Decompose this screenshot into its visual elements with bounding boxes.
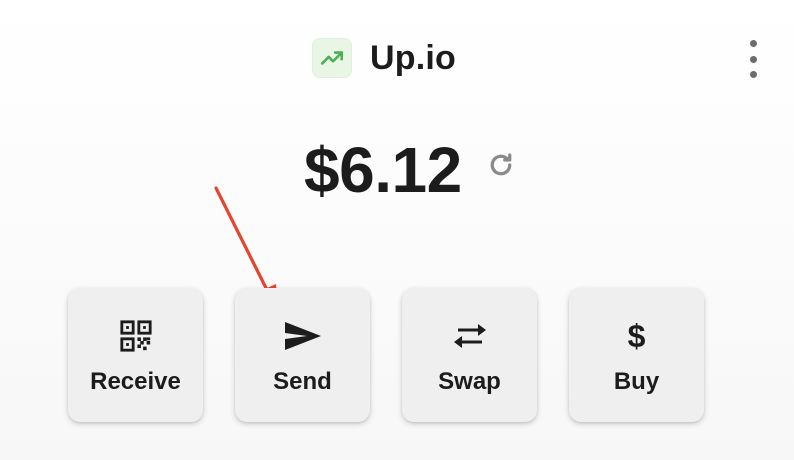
dollar-glyph: $: [627, 318, 646, 354]
swap-label: Swap: [438, 368, 501, 395]
buy-button[interactable]: $ Buy: [569, 288, 704, 422]
wallet-actions: Receive Send Swap $ Buy: [68, 288, 708, 424]
qr-code-icon: [116, 318, 156, 354]
refresh-balance-button[interactable]: [484, 148, 518, 182]
app-name: Up.io: [370, 38, 456, 77]
brand: Up.io: [312, 38, 456, 78]
more-options-button[interactable]: [740, 40, 766, 78]
send-button[interactable]: Send: [235, 288, 370, 422]
receive-label: Receive: [90, 368, 181, 395]
app-header: Up.io: [0, 30, 794, 86]
wallet-balance: $6.12: [304, 134, 462, 206]
receive-button[interactable]: Receive: [68, 288, 203, 422]
trending-up-icon: [320, 51, 344, 65]
swap-arrows-icon: [450, 318, 490, 354]
send-label: Send: [273, 368, 332, 395]
send-icon: [283, 318, 323, 354]
balance-section: $6.12: [0, 132, 794, 212]
buy-label: Buy: [613, 368, 660, 395]
more-vertical-icon: [749, 40, 757, 47]
dollar-icon: $: [617, 318, 657, 354]
refresh-icon: [490, 153, 512, 176]
swap-button[interactable]: Swap: [402, 288, 537, 422]
app-logo: [312, 38, 352, 78]
